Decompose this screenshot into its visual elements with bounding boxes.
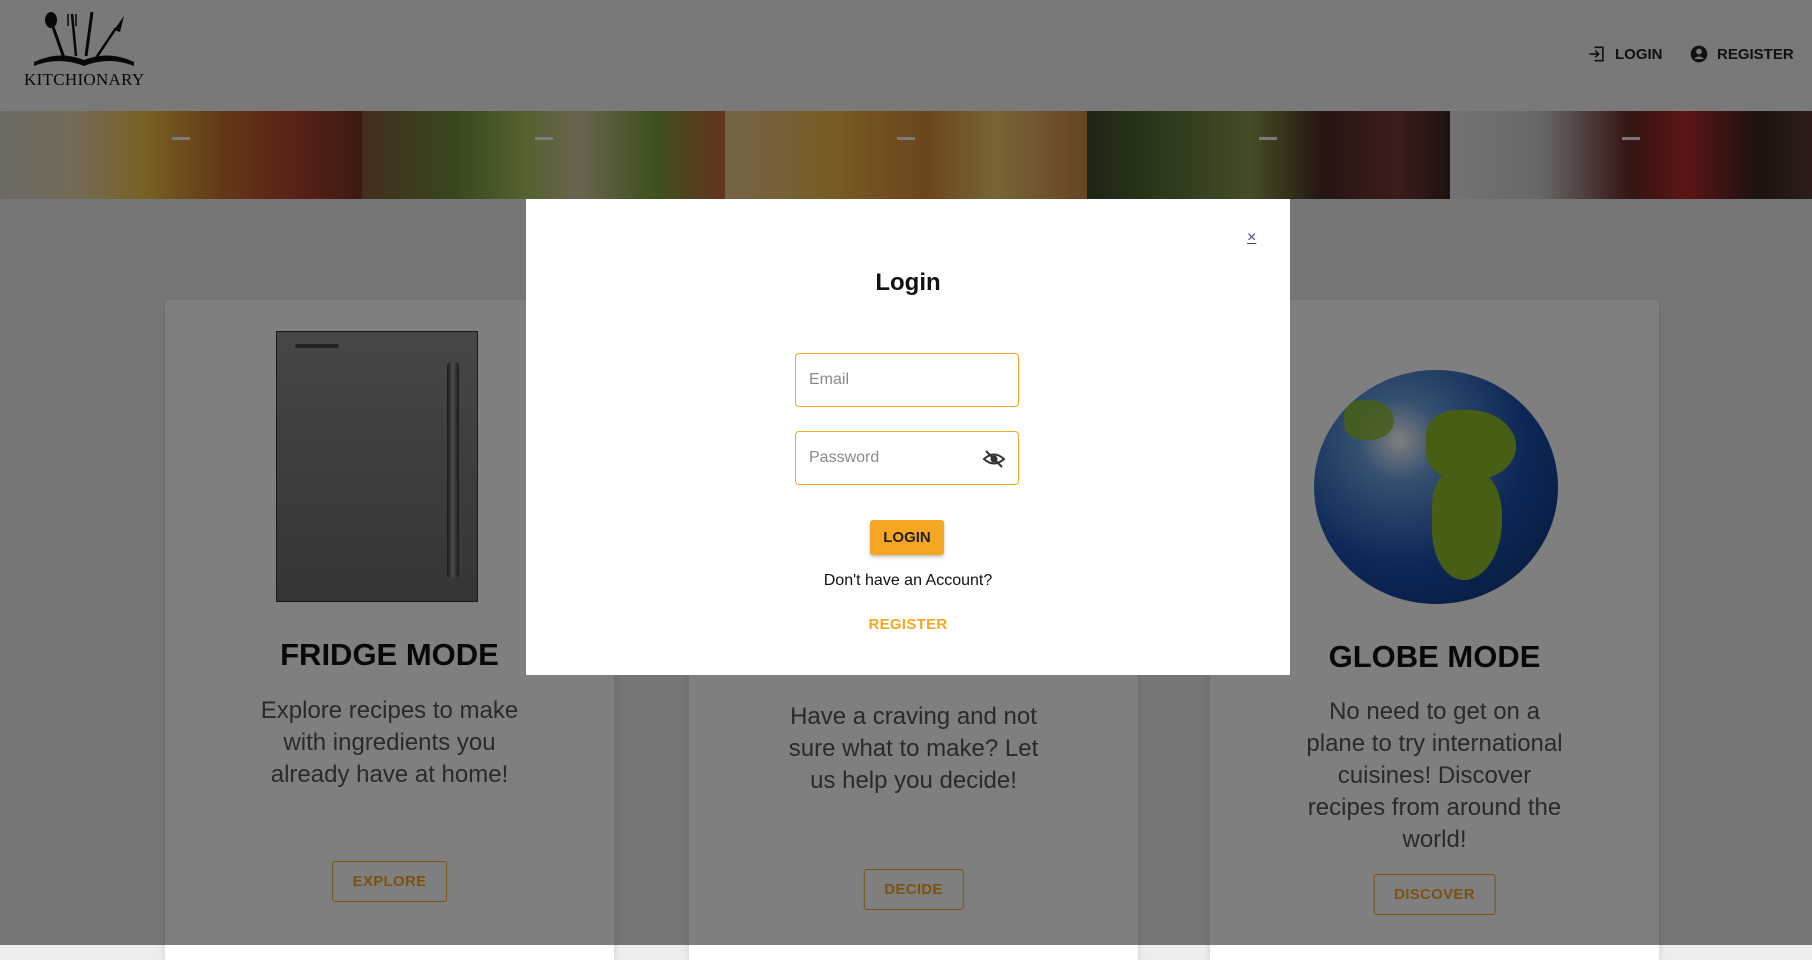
eye-off-icon[interactable] bbox=[982, 447, 1006, 471]
login-submit-button[interactable]: LOGIN bbox=[870, 520, 944, 555]
email-field[interactable] bbox=[796, 354, 979, 406]
close-modal-button[interactable]: × bbox=[1247, 229, 1256, 247]
login-modal: × Login LOGIN Don't have an Account? REG… bbox=[526, 199, 1290, 675]
modal-title: Login bbox=[875, 269, 941, 296]
email-field-container bbox=[795, 353, 1019, 407]
register-link[interactable]: REGISTER bbox=[526, 616, 1290, 633]
no-account-text: Don't have an Account? bbox=[823, 572, 993, 589]
password-field-container bbox=[795, 431, 1019, 485]
password-field[interactable] bbox=[796, 432, 979, 484]
